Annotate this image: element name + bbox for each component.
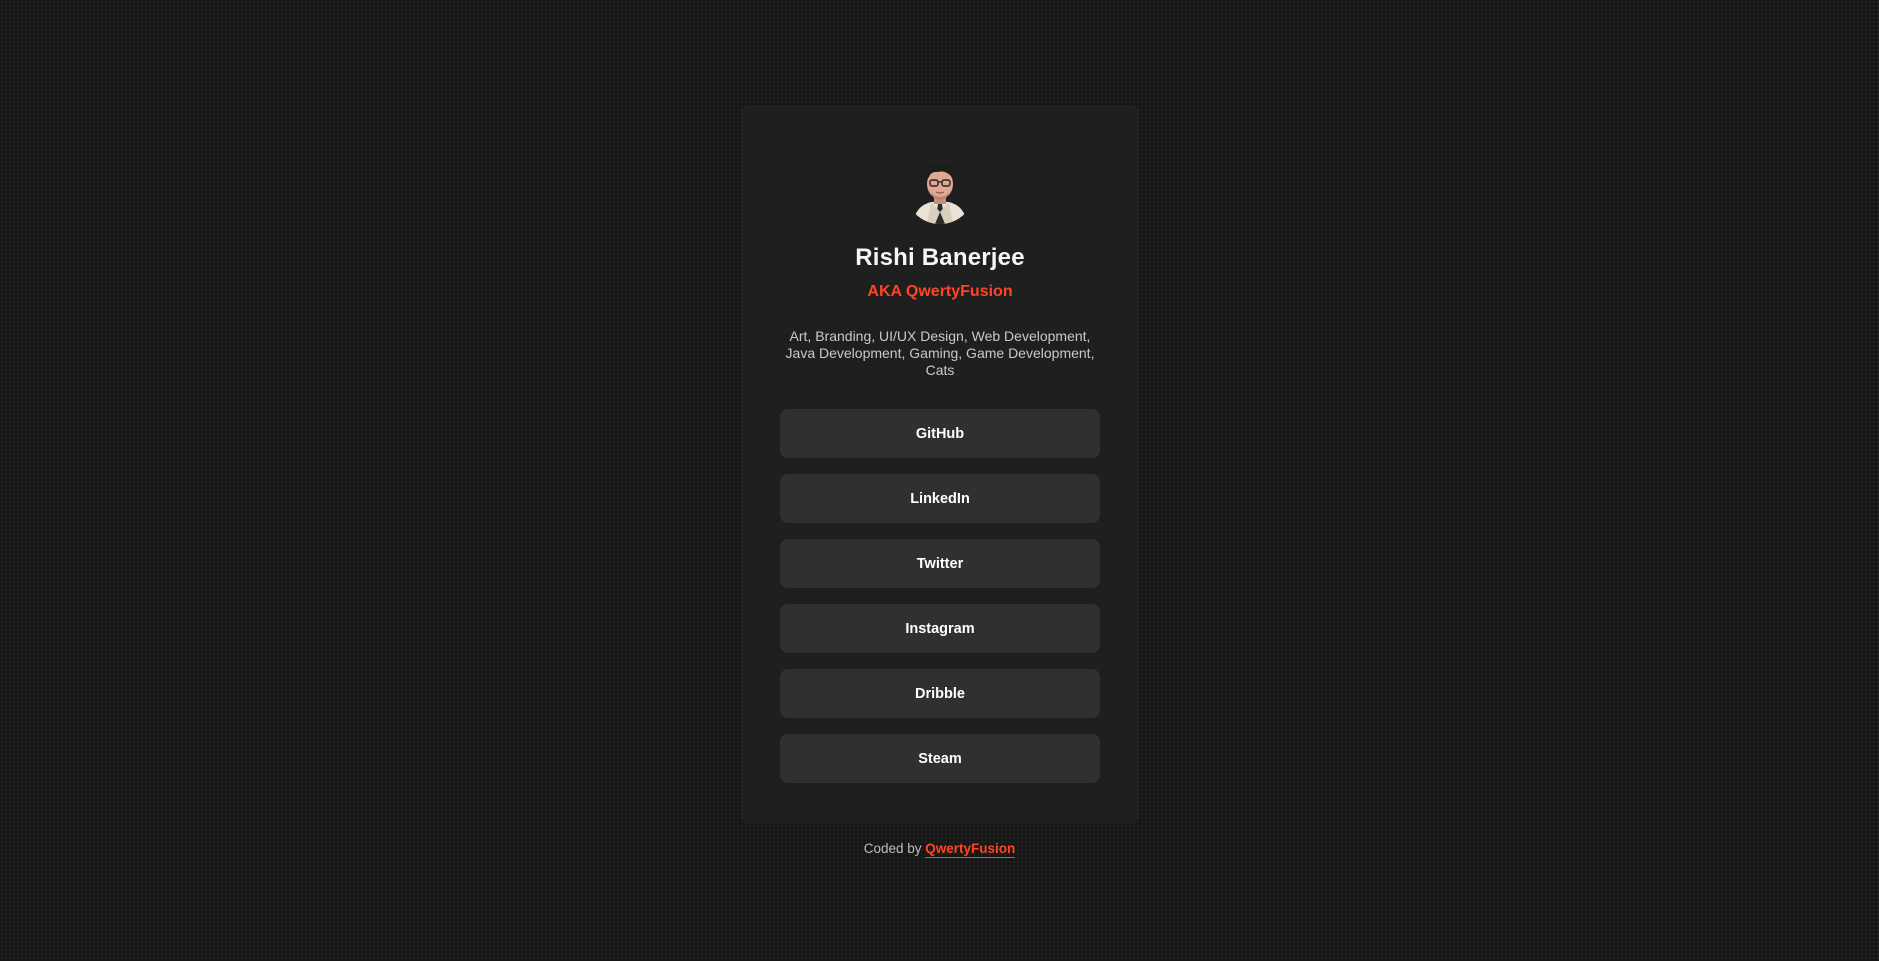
links-list: GitHub LinkedIn Twitter Instagram Dribbl… <box>780 409 1100 799</box>
footer-author-link[interactable]: QwertyFusion <box>925 841 1016 858</box>
profile-bio: Art, Branding, UI/UX Design, Web Develop… <box>785 328 1095 378</box>
instagram-link-button[interactable]: Instagram <box>780 604 1100 653</box>
dribble-link-button[interactable]: Dribble <box>780 669 1100 718</box>
twitter-link-button[interactable]: Twitter <box>780 539 1100 588</box>
linkedin-link-button[interactable]: LinkedIn <box>780 474 1100 523</box>
profile-card: Rishi Banerjee AKA QwertyFusion Art, Bra… <box>741 106 1139 824</box>
profile-alias: AKA QwertyFusion <box>867 283 1013 300</box>
cartoon-avatar-icon <box>913 164 967 224</box>
footer-prefix: Coded by <box>863 841 922 856</box>
footer-credit: Coded by QwertyFusion <box>0 841 1879 858</box>
avatar <box>905 154 975 224</box>
steam-link-button[interactable]: Steam <box>780 734 1100 783</box>
profile-name: Rishi Banerjee <box>855 244 1025 271</box>
github-link-button[interactable]: GitHub <box>780 409 1100 458</box>
